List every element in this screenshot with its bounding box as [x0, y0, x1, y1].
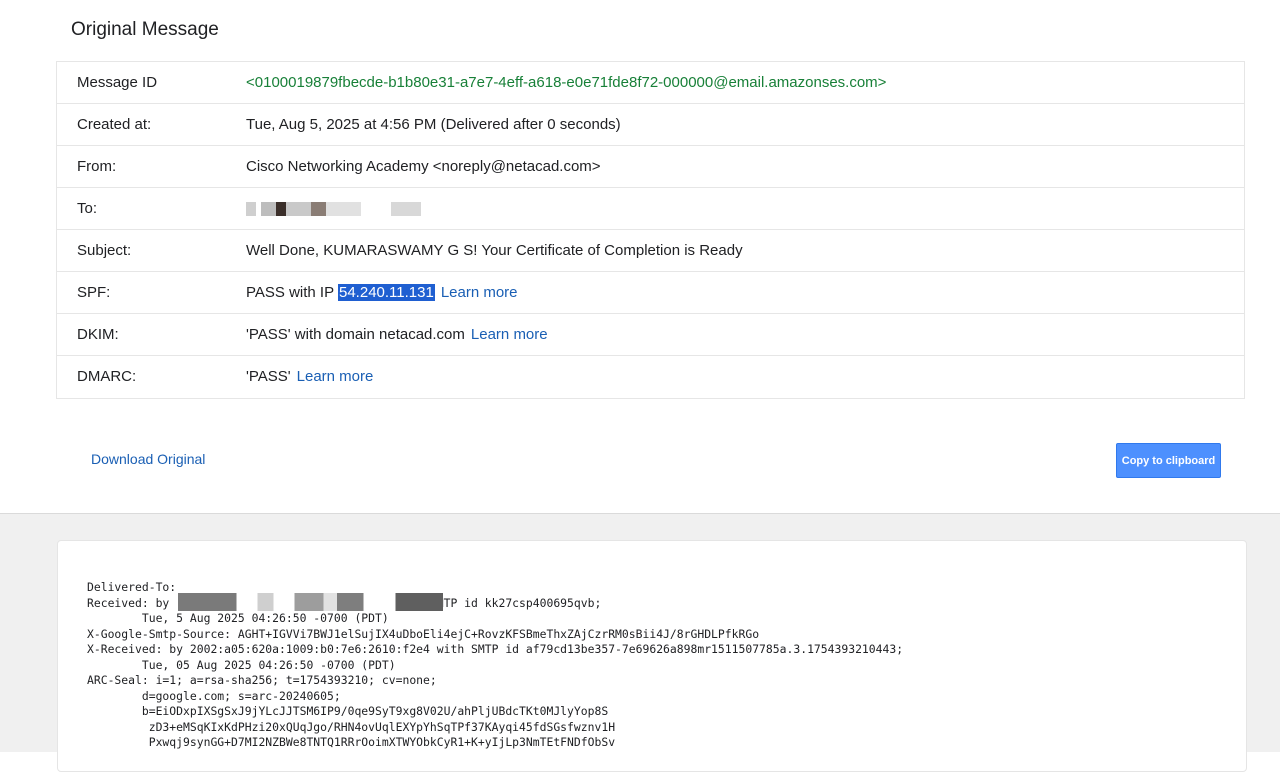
redacted-blur	[246, 202, 496, 217]
to-value-redacted	[246, 200, 496, 217]
from-value: Cisco Networking Academy <noreply@netaca…	[246, 158, 601, 175]
table-row-dmarc: DMARC: 'PASS' Learn more	[57, 356, 1244, 398]
row-label: SPF:	[77, 284, 111, 301]
table-row-subject: Subject: Well Done, KUMARASWAMY G S! You…	[57, 230, 1244, 272]
spf-value: PASS with IP 54.240.11.131 Learn more	[246, 284, 518, 301]
redacted-pixelation	[178, 593, 443, 611]
dmarc-learn-more-link[interactable]: Learn more	[297, 368, 374, 385]
raw-line: Tue, 5 Aug 2025 04:26:50 -0700 (PDT)	[87, 611, 389, 625]
dkim-value: 'PASS' with domain netacad.com Learn more	[246, 326, 548, 343]
raw-line: d=google.com; s=arc-20240605;	[87, 688, 341, 703]
page-title: Original Message	[71, 19, 219, 40]
raw-line: zD3+eMSqKIxKdPHzi20xQUqJgo/RHN4ovUqlEXYp…	[87, 719, 616, 734]
raw-line: b=EiODxpIXSgSxJ9jYLcJJTSM6IP9/0qe9SyT9xg…	[87, 704, 609, 718]
table-row-spf: SPF: PASS with IP 54.240.11.131 Learn mor…	[57, 272, 1244, 314]
spf-prefix: PASS with IP	[246, 284, 338, 301]
message-details-table: Message ID <0100019879fbecde-b1b80e31-a7…	[56, 61, 1245, 399]
raw-line: X-Google-Smtp-Source: AGHT+IGVVi7BWJ1elS…	[87, 626, 760, 641]
raw-line: Pxwqj9synGG+D7MI2NZBWe8TNTQ1RRrOoimXTWYO…	[87, 735, 616, 749]
row-label: Subject:	[77, 242, 132, 259]
dmarc-value: 'PASS' Learn more	[246, 368, 373, 385]
dmarc-text: 'PASS'	[246, 368, 291, 385]
message-header-section: Original Message Message ID <0100019879f…	[0, 0, 1280, 513]
raw-line: ARC-Seal: i=1; a=rsa-sha256; t=175439321…	[87, 673, 437, 687]
table-row-to: To:	[57, 188, 1244, 230]
row-label: DMARC:	[77, 368, 137, 385]
dkim-text: 'PASS' with domain netacad.com	[246, 326, 465, 343]
raw-line: Delivered-To:	[87, 580, 177, 594]
spf-learn-more-link[interactable]: Learn more	[441, 284, 518, 301]
download-original-link[interactable]: Download Original	[91, 451, 205, 467]
raw-line: X-Received: by 2002:a05:620a:1009:b0:7e6…	[87, 642, 904, 656]
row-label: From:	[77, 158, 117, 175]
row-label: DKIM:	[77, 326, 119, 343]
spf-ip-selected[interactable]: 54.240.11.131	[338, 284, 435, 301]
table-row-from: From: Cisco Networking Academy <noreply@…	[57, 146, 1244, 188]
row-label: Message ID	[77, 74, 158, 91]
message-id-value: <0100019879fbecde-b1b80e31-a7e7-4eff-a61…	[246, 74, 887, 91]
dkim-learn-more-link[interactable]: Learn more	[471, 326, 548, 343]
copy-to-clipboard-button[interactable]: Copy to clipboard	[1116, 443, 1221, 478]
created-at-value: Tue, Aug 5, 2025 at 4:56 PM (Delivered a…	[246, 116, 621, 133]
raw-line: Tue, 05 Aug 2025 04:26:50 -0700 (PDT)	[87, 657, 396, 672]
table-row-message-id: Message ID <0100019879fbecde-b1b80e31-a7…	[57, 62, 1244, 104]
table-row-dkim: DKIM: 'PASS' with domain netacad.com Lear…	[57, 314, 1244, 356]
raw-message-card: Delivered-To: Received: by with SMTP id …	[57, 540, 1247, 772]
row-label: To:	[77, 200, 98, 217]
row-label: Created at:	[77, 116, 152, 133]
raw-source-section: Delivered-To: Received: by with SMTP id …	[0, 513, 1280, 772]
table-row-created-at: Created at: Tue, Aug 5, 2025 at 4:56 PM …	[57, 104, 1244, 146]
subject-value: Well Done, KUMARASWAMY G S! Your Certifi…	[246, 242, 743, 259]
